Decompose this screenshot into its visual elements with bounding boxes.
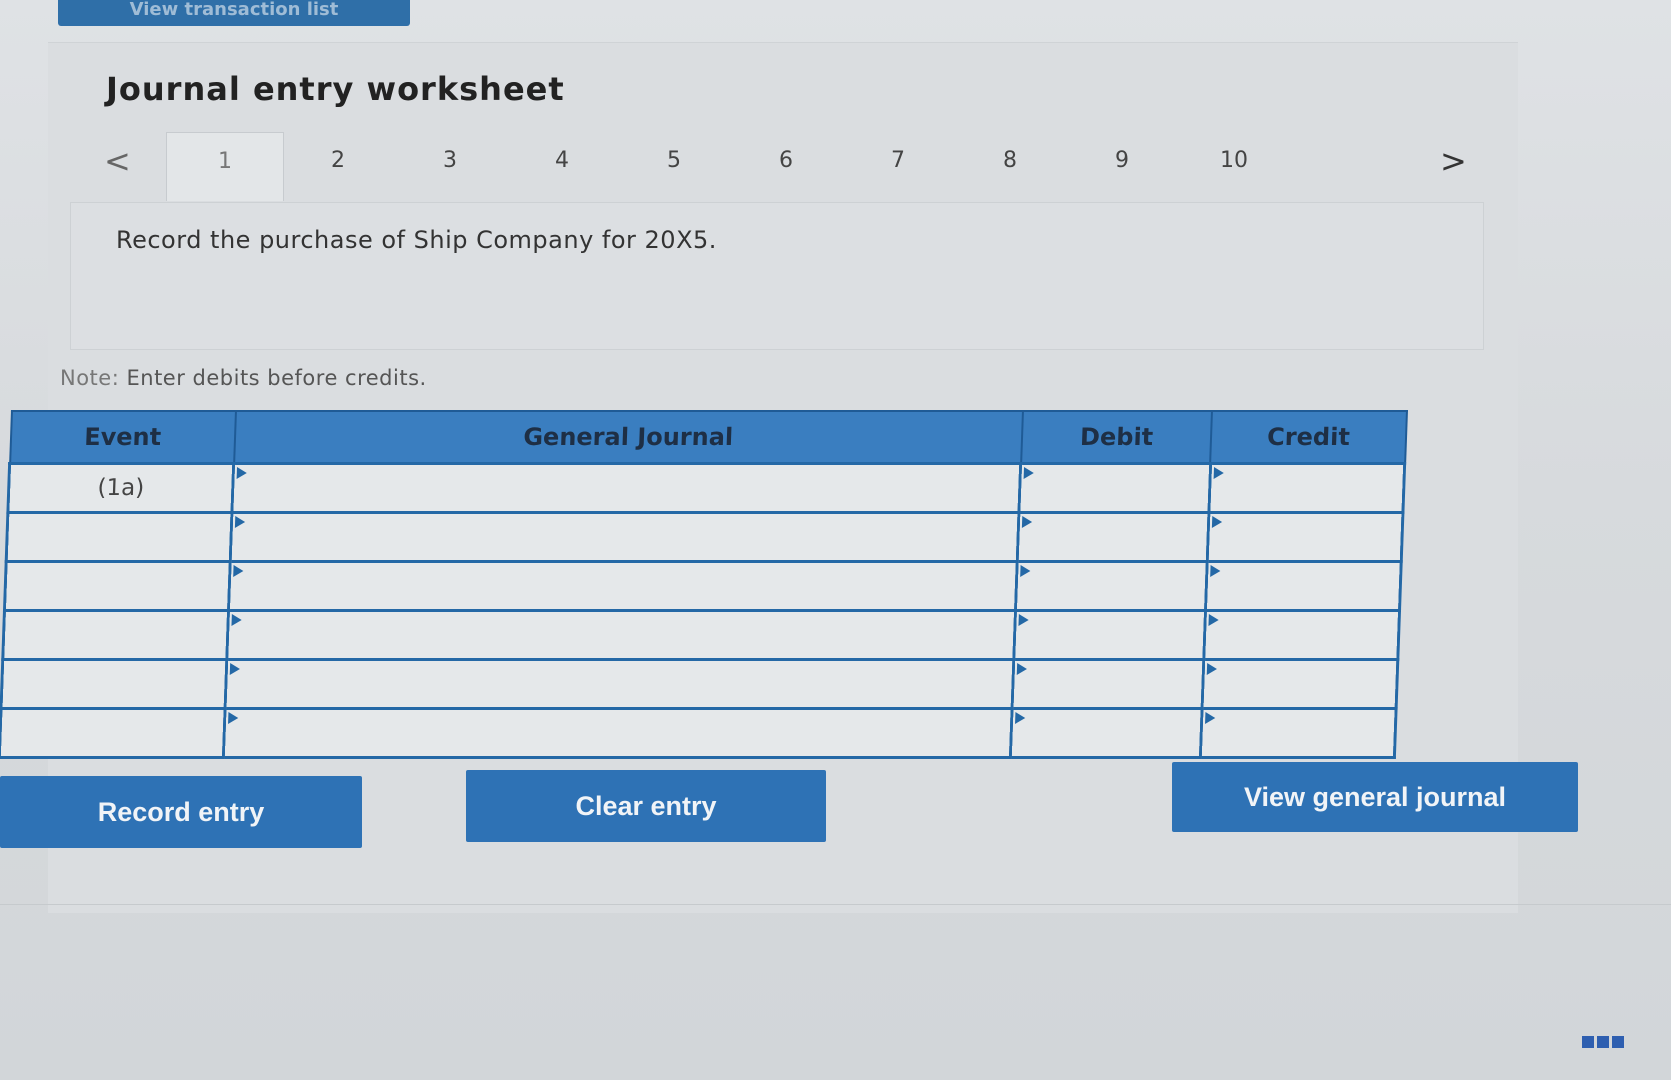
account-select[interactable] xyxy=(230,512,1020,562)
view-transaction-list-button[interactable]: View transaction list xyxy=(58,0,410,26)
view-general-journal-button[interactable]: View general journal xyxy=(1172,762,1578,832)
table-header-row: Event General Journal Debit Credit xyxy=(9,411,1407,464)
input-marker-icon xyxy=(1023,467,1035,479)
grid-square xyxy=(1597,1036,1609,1048)
tab-4[interactable]: 4 xyxy=(504,132,620,200)
record-entry-button[interactable]: Record entry xyxy=(0,776,362,848)
note-text: Note: Enter debits before credits. xyxy=(60,366,427,390)
table-row xyxy=(0,708,1397,758)
credit-input[interactable] xyxy=(1203,610,1400,660)
note-body: Enter debits before credits. xyxy=(126,366,427,390)
column-header-general-journal: General Journal xyxy=(233,411,1023,464)
dropdown-marker-icon xyxy=(236,467,248,479)
table-row: (1a) xyxy=(7,463,1405,513)
dropdown-marker-icon xyxy=(231,614,243,626)
credit-input[interactable] xyxy=(1200,708,1397,758)
tab-1[interactable]: 1 xyxy=(166,132,284,201)
account-select[interactable] xyxy=(225,659,1014,709)
debit-input[interactable] xyxy=(1012,659,1204,709)
event-cell xyxy=(2,610,229,660)
table-row xyxy=(4,561,1402,611)
prompt-box xyxy=(70,202,1484,350)
tab-10[interactable]: 10 xyxy=(1176,132,1292,200)
debit-input[interactable] xyxy=(1017,512,1209,562)
debit-input[interactable] xyxy=(1010,708,1203,758)
input-marker-icon xyxy=(1018,614,1030,626)
credit-input[interactable] xyxy=(1208,463,1405,513)
divider xyxy=(0,904,1671,905)
grid-square xyxy=(1582,1036,1594,1048)
event-cell xyxy=(0,708,226,758)
input-marker-icon xyxy=(1016,663,1028,675)
account-select[interactable] xyxy=(228,561,1018,611)
account-select[interactable] xyxy=(232,463,1021,513)
input-marker-icon xyxy=(1208,614,1219,626)
input-marker-icon xyxy=(1213,467,1224,479)
event-cell xyxy=(1,659,228,709)
account-select[interactable] xyxy=(223,708,1013,758)
tab-5[interactable]: 5 xyxy=(616,132,732,200)
column-header-credit: Credit xyxy=(1210,411,1407,464)
grid-menu-icon[interactable] xyxy=(1582,1036,1624,1048)
grid-square xyxy=(1612,1036,1624,1048)
tab-7[interactable]: 7 xyxy=(840,132,956,200)
clear-entry-button[interactable]: Clear entry xyxy=(466,770,826,842)
dropdown-marker-icon xyxy=(228,712,239,724)
input-marker-icon xyxy=(1210,565,1221,577)
dropdown-marker-icon xyxy=(235,516,246,528)
credit-input[interactable] xyxy=(1207,512,1403,562)
next-tab-chevron-icon[interactable]: > xyxy=(1440,142,1467,180)
event-cell: (1a) xyxy=(7,463,234,513)
column-header-event: Event xyxy=(9,411,236,464)
dropdown-marker-icon xyxy=(229,663,241,675)
dropdown-marker-icon xyxy=(233,565,244,577)
table-row xyxy=(1,659,1398,709)
prev-tab-chevron-icon[interactable]: < xyxy=(104,142,131,180)
input-marker-icon xyxy=(1204,712,1216,724)
input-marker-icon xyxy=(1206,663,1218,675)
entry-prompt: Record the purchase of Ship Company for … xyxy=(116,226,717,254)
debit-input[interactable] xyxy=(1013,610,1206,660)
tab-2[interactable]: 2 xyxy=(280,132,396,200)
tab-8[interactable]: 8 xyxy=(952,132,1068,200)
input-marker-icon xyxy=(1020,565,1031,577)
journal-table: Event General Journal Debit Credit (1a) xyxy=(0,410,1408,759)
credit-input[interactable] xyxy=(1202,659,1398,709)
input-marker-icon xyxy=(1022,516,1033,528)
event-cell xyxy=(6,512,233,562)
note-prefix: Note: xyxy=(60,366,120,390)
input-marker-icon xyxy=(1015,712,1026,724)
tab-6[interactable]: 6 xyxy=(728,132,844,200)
input-marker-icon xyxy=(1211,516,1223,528)
entry-tabs: < 1 2 3 4 5 6 7 8 9 10 > xyxy=(100,132,1480,202)
table-row xyxy=(2,610,1400,660)
page-title: Journal entry worksheet xyxy=(106,70,565,108)
column-header-debit: Debit xyxy=(1020,411,1213,464)
account-select[interactable] xyxy=(227,610,1016,660)
debit-input[interactable] xyxy=(1019,463,1211,513)
tab-9[interactable]: 9 xyxy=(1064,132,1180,200)
table-row xyxy=(6,512,1403,562)
debit-input[interactable] xyxy=(1015,561,1208,611)
event-cell xyxy=(4,561,231,611)
credit-input[interactable] xyxy=(1205,561,1402,611)
tab-3[interactable]: 3 xyxy=(392,132,508,200)
